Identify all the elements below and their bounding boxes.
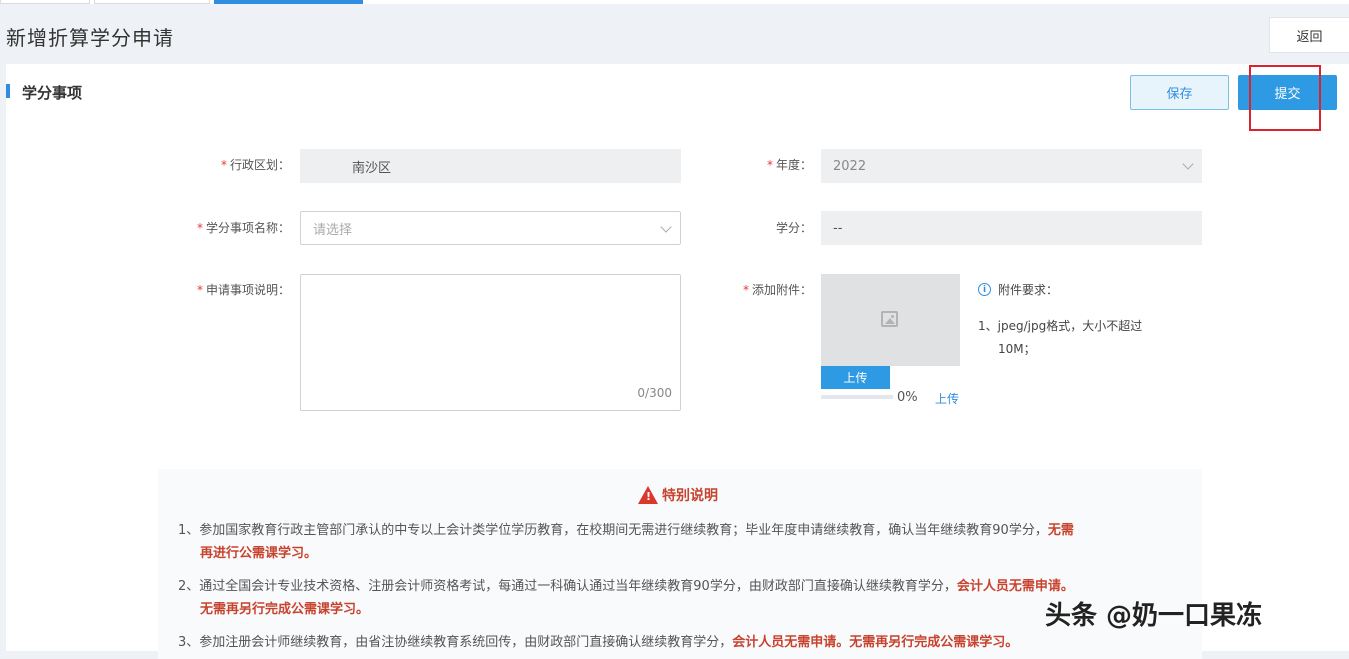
watermark: 头条 @奶一口果冻 — [1045, 601, 1263, 631]
notice-title: ! 特别说明 — [638, 485, 718, 505]
attachment-requirements-title: i 附件要求： — [978, 281, 1058, 298]
info-icon: i — [978, 283, 991, 296]
warning-icon: ! — [638, 486, 658, 504]
chevron-down-icon — [660, 221, 672, 233]
item-name-select[interactable]: 请选择 — [300, 211, 681, 245]
image-icon — [881, 311, 898, 327]
chevron-down-icon — [1182, 158, 1194, 170]
upload-button[interactable]: 上传 — [821, 366, 890, 389]
section-marker — [6, 84, 10, 98]
form-card: 学分事项 保存 提交 * 行政区划： 南沙区 * 年度： 2022 * 学分事项名称：… — [6, 64, 1349, 659]
upload-link[interactable]: 上传 — [935, 390, 959, 407]
notice-item: 1、参加国家教育行政主管部门承认的中专以上会计类学位学历教育，在校期间无需进行继… — [178, 523, 1074, 561]
upload-progress-text: 0% — [897, 390, 918, 405]
description-textarea[interactable]: 0/300 — [300, 274, 681, 411]
notice-item: 2、通过全国会计专业技术资格、注册会计师资格考试，每通过一科确认通过当年继续教育… — [178, 579, 1074, 617]
page-header: 新增折算学分申请 返回 — [0, 4, 1349, 64]
save-button[interactable]: 保存 — [1130, 75, 1229, 110]
year-label: * 年度： — [766, 158, 812, 172]
description-label: * 申请事项说明： — [196, 283, 290, 297]
upload-progress-bar — [821, 395, 893, 399]
year-select: 2022 — [821, 149, 1202, 183]
submit-button[interactable]: 提交 — [1238, 75, 1337, 110]
image-placeholder — [821, 274, 960, 366]
attachment-label: * 添加附件： — [742, 283, 812, 297]
char-counter: 0/300 — [637, 386, 672, 400]
page-title: 新增折算学分申请 — [6, 26, 174, 50]
region-label: * 行政区划： — [220, 158, 290, 172]
credit-field: -- — [821, 211, 1202, 245]
back-button[interactable]: 返回 — [1269, 17, 1349, 53]
region-field: 南沙区 — [300, 149, 681, 183]
attachment-upload[interactable]: 上传 — [821, 274, 961, 389]
credit-label: 学分： — [775, 221, 812, 235]
attachment-requirements-text: 1、jpeg/jpg格式，大小不超过 10M； — [978, 319, 1143, 356]
item-name-label: * 学分事项名称： — [196, 221, 290, 235]
section-title: 学分事项 — [22, 84, 83, 102]
